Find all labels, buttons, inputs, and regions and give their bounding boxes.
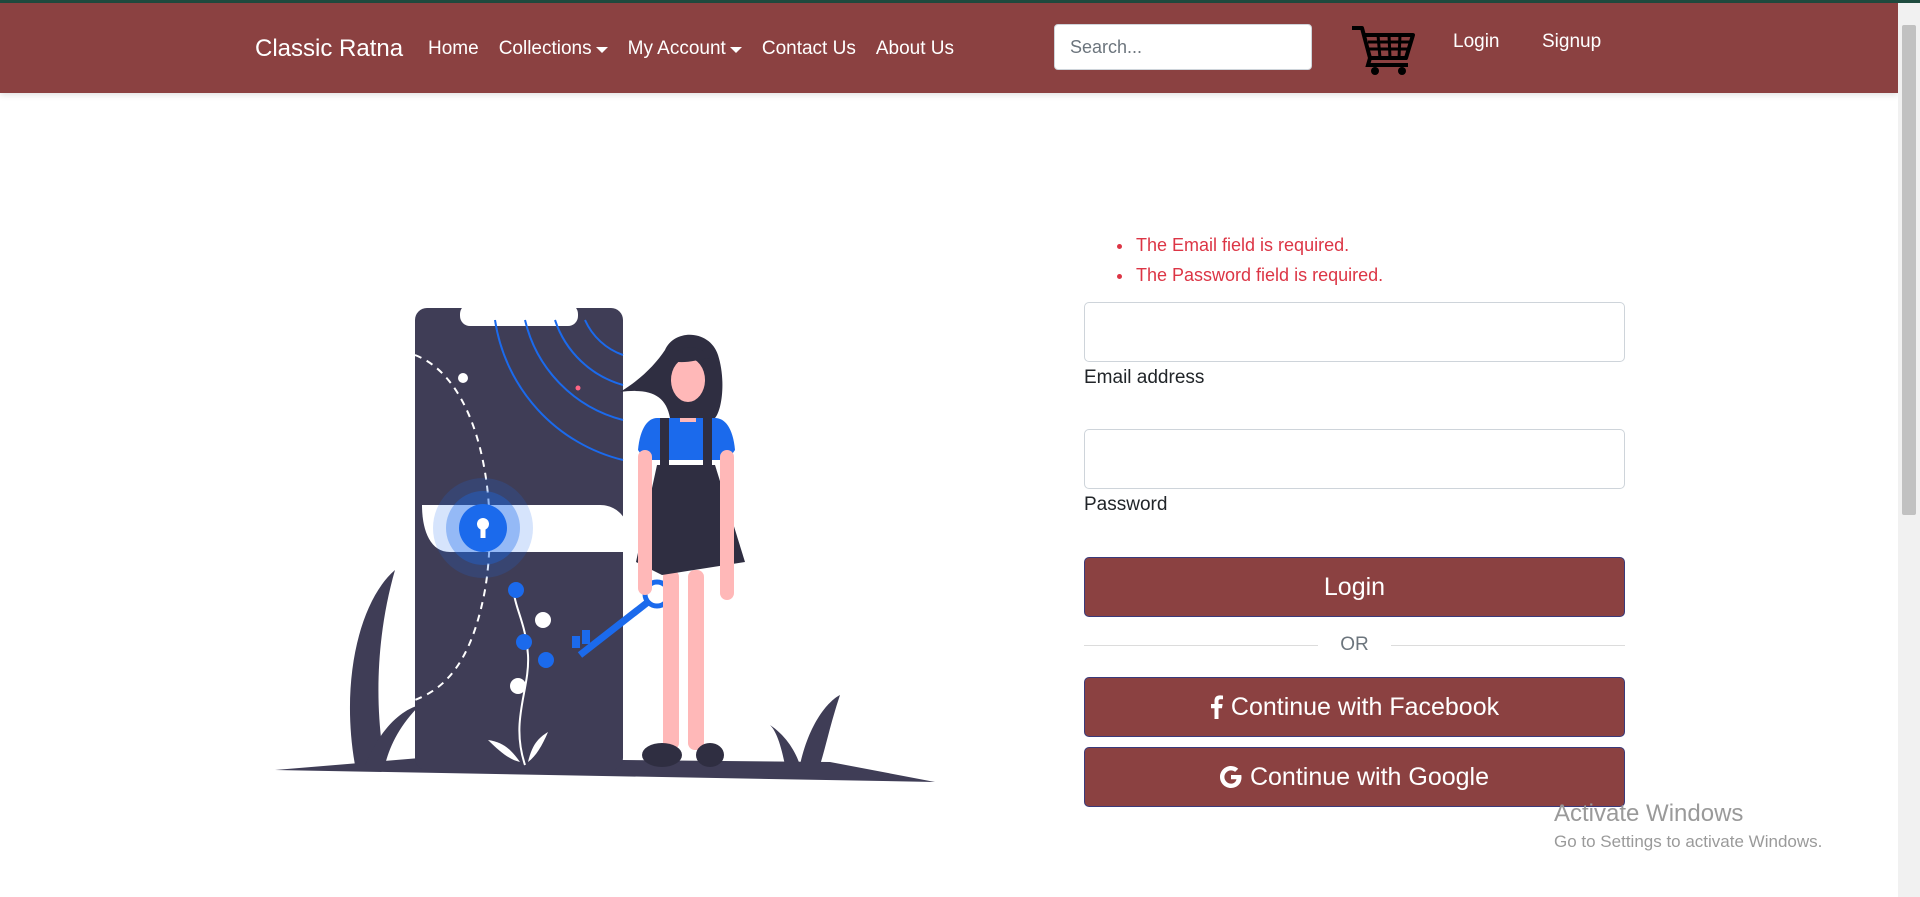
shopping-cart-icon[interactable] <box>1350 22 1416 76</box>
error-message-password: The Password field is required. <box>1134 260 1625 290</box>
password-label: Password <box>1084 494 1168 515</box>
divider-line <box>1390 644 1625 646</box>
page-scrollbar[interactable] <box>1898 3 1920 897</box>
watermark-title: Activate Windows <box>1554 800 1744 827</box>
password-field[interactable] <box>1084 429 1625 489</box>
error-message-email: The Email field is required. <box>1134 230 1625 260</box>
login-form: The Email field is required. The Passwor… <box>1084 230 1625 807</box>
caret-down-icon <box>595 47 608 53</box>
email-field[interactable] <box>1084 302 1625 362</box>
nav-dropdown-my-account[interactable]: My Account <box>628 38 742 60</box>
caret-down-icon <box>729 47 742 53</box>
signup-link[interactable]: Signup <box>1542 31 1601 53</box>
search-input[interactable] <box>1054 24 1312 70</box>
scrollbar-thumb[interactable] <box>1902 25 1916 515</box>
nav-links: Home Collections My Account Contact Us A… <box>428 38 974 60</box>
nav-link-label: Contact Us <box>761 38 856 59</box>
facebook-icon <box>1210 695 1223 719</box>
nav-link-label: Home <box>428 38 479 59</box>
facebook-login-button[interactable]: Continue with Facebook <box>1084 677 1625 737</box>
nav-link-label: My Account <box>627 38 726 59</box>
google-login-button[interactable]: Continue with Google <box>1084 747 1625 807</box>
google-icon <box>1219 766 1242 788</box>
divider-line <box>1084 644 1319 646</box>
login-button-label: Login <box>1323 572 1386 601</box>
watermark-subtitle: Go to Settings to activate Windows. <box>1554 832 1823 851</box>
email-label: Email address <box>1084 367 1205 388</box>
login-illustration <box>270 300 935 790</box>
brand-logo-text[interactable]: Classic Ratna <box>255 35 403 63</box>
nav-link-contact-us[interactable]: Contact Us <box>762 38 856 60</box>
or-text: OR <box>1340 634 1369 655</box>
windows-activation-watermark: Activate Windows Go to Settings to activ… <box>1554 800 1822 852</box>
nav-link-label: About Us <box>875 38 954 59</box>
facebook-button-label: Continue with Facebook <box>1230 692 1500 721</box>
validation-errors: The Email field is required. The Passwor… <box>1084 230 1625 290</box>
nav-dropdown-collections[interactable]: Collections <box>499 38 608 60</box>
login-button[interactable]: Login <box>1084 557 1625 617</box>
or-divider: OR <box>1084 627 1625 663</box>
login-link[interactable]: Login <box>1453 31 1500 53</box>
nav-link-label: Collections <box>498 38 592 59</box>
google-button-label: Continue with Google <box>1249 762 1490 791</box>
nav-link-home[interactable]: Home <box>428 38 479 60</box>
navbar: Classic Ratna Home Collections My Accoun… <box>0 3 1898 93</box>
nav-link-about-us[interactable]: About Us <box>876 38 954 60</box>
